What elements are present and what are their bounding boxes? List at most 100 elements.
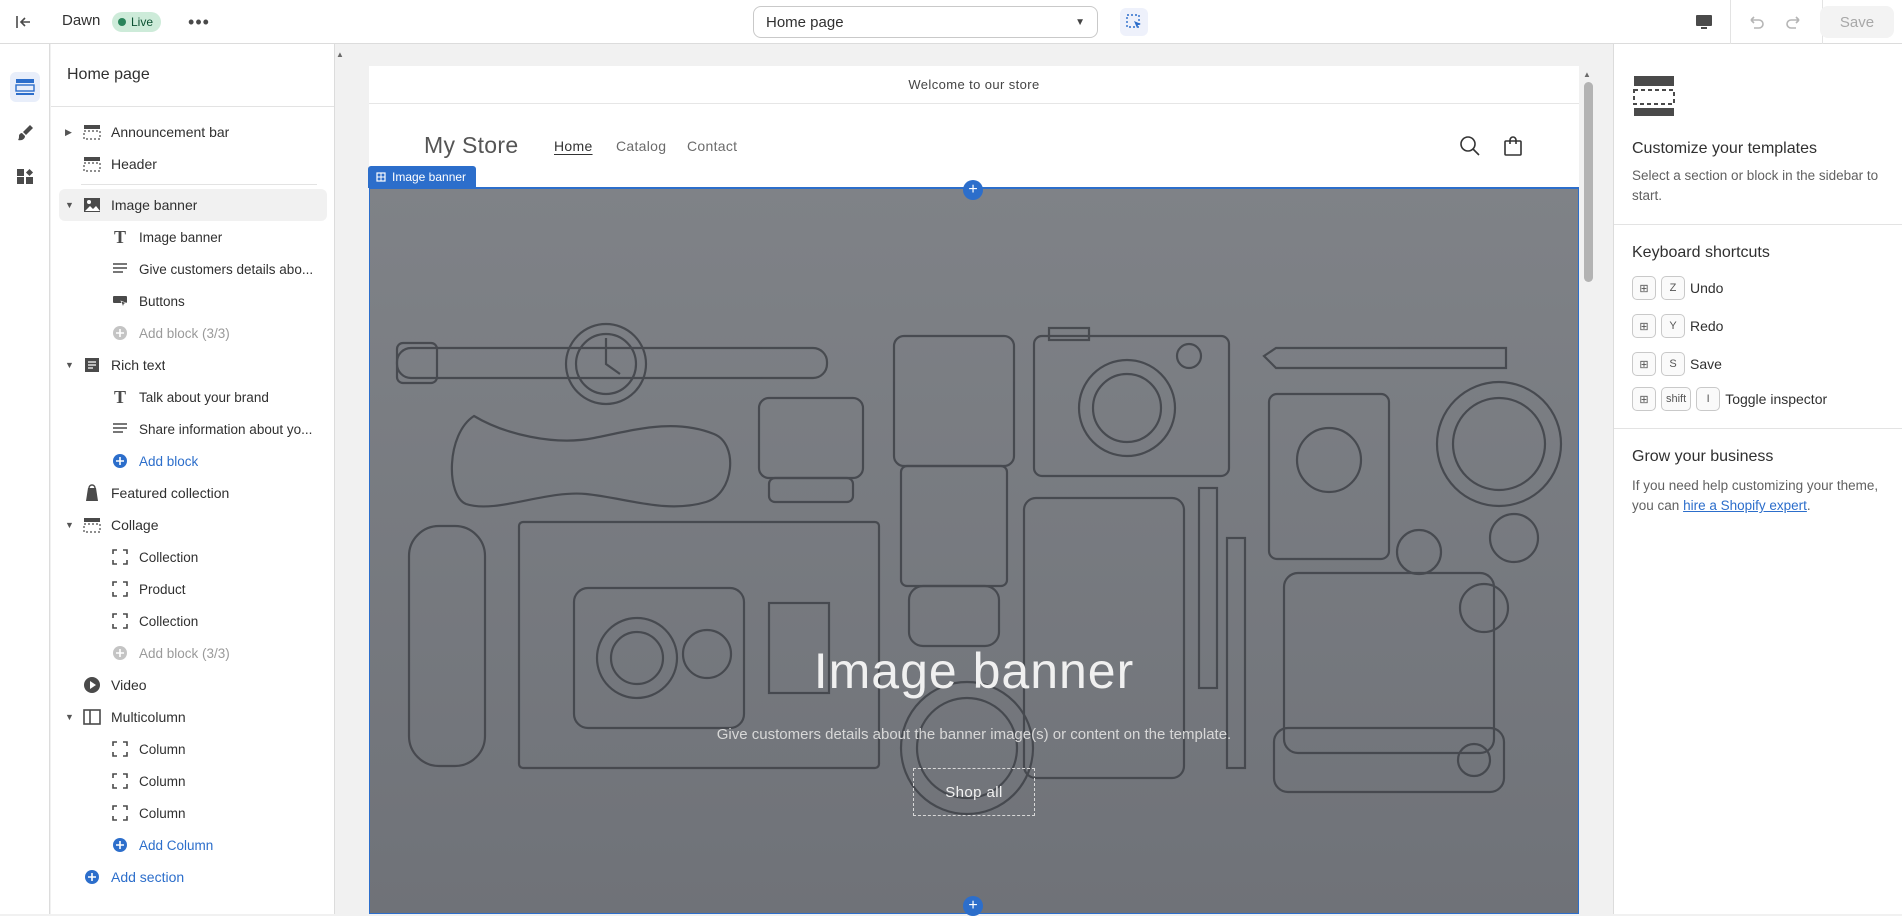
block-collection[interactable]: Collection [59,541,327,573]
shortcut-key: Z [1661,276,1685,300]
page-selector[interactable]: Home page ▼ [753,6,1098,38]
text-icon: T [113,226,126,247]
shortcut-key: shift [1661,387,1692,411]
divider [1614,224,1902,225]
block-heading[interactable]: T Talk about your brand [59,381,327,413]
hire-expert-link[interactable]: hire a Shopify expert [1683,498,1807,513]
block-label: Collection [139,613,199,629]
section-announcement-bar[interactable]: ▶ Announcement bar [59,116,327,148]
shortcut-redo: ⊞ Y Redo [1632,314,1723,338]
block-label: Image banner [139,229,223,245]
more-actions-button[interactable]: ••• [186,10,212,34]
frame-corners-icon [111,548,129,566]
undo-button[interactable] [1742,10,1770,34]
section-multicolumn[interactable]: ▼ Multicolumn [59,701,327,733]
add-circle-icon [111,836,129,854]
nav-link-contact[interactable]: Contact [687,138,737,154]
divider [81,184,317,185]
block-buttons[interactable]: Buttons [59,285,327,317]
block-label: Give customers details abo... [139,261,314,277]
button-icon [111,292,129,310]
block-product[interactable]: Product [59,573,327,605]
inspector-toggle-button[interactable] [1120,8,1148,36]
exit-icon[interactable] [10,10,36,34]
shop-all-button[interactable]: Shop all [913,768,1035,816]
redo-button[interactable] [1780,10,1808,34]
grow-text: If you need help customizing your theme,… [1632,476,1887,516]
add-circle-icon [111,324,129,342]
save-button[interactable]: Save [1820,6,1894,38]
apps-tab[interactable] [10,162,40,192]
caret-down-icon[interactable]: ▼ [65,520,75,530]
add-block-button[interactable]: Add block (3/3) [59,317,327,349]
cart-icon[interactable] [1501,134,1525,158]
play-icon [83,676,101,694]
divider [1614,428,1902,429]
caret-down-icon[interactable]: ▼ [65,712,75,722]
shortcut-key: S [1661,352,1685,376]
caret-right-icon[interactable]: ▶ [65,127,75,138]
left-rail [0,44,50,914]
frame-corners-icon [111,772,129,790]
block-collection[interactable]: Collection [59,605,327,637]
section-video[interactable]: Video [59,669,327,701]
paragraph-icon [111,420,129,438]
caret-down-icon[interactable]: ▼ [65,200,75,210]
caret-down-icon[interactable]: ▼ [65,360,75,370]
nav-link-catalog[interactable]: Catalog [616,138,666,154]
section-rich-text[interactable]: ▼ Rich text [59,349,327,381]
theme-settings-tab[interactable] [10,118,40,148]
section-label: Collage [111,517,159,533]
section-tree: ▶ Announcement bar Header ▼ Image banner… [59,116,327,893]
block-heading[interactable]: T Image banner [59,221,327,253]
add-column-button[interactable]: Add Column [59,829,327,861]
announcement-bar[interactable]: Welcome to our store [369,66,1579,104]
nav-link-home[interactable]: Home [554,138,593,154]
undo-icon [1750,16,1764,29]
add-block-button[interactable]: Add block (3/3) [59,637,327,669]
banner-heading[interactable]: Image banner [369,642,1579,700]
block-column[interactable]: Column [59,765,327,797]
add-section-button[interactable]: Add section [59,861,327,893]
rich-text-icon [83,356,101,374]
add-section-above-button[interactable]: + [963,180,983,200]
add-block-label: Add block (3/3) [139,325,230,341]
banner-text[interactable]: Give customers details about the banner … [369,726,1579,743]
section-featured-collection[interactable]: Featured collection [59,477,327,509]
preview-scrollbar-thumb[interactable] [1584,82,1593,282]
desktop-preview-button[interactable] [1690,10,1718,34]
block-label: Talk about your brand [139,389,269,405]
add-block-button[interactable]: Add block [59,445,327,477]
scroll-up-arrow-icon[interactable]: ▲ [336,50,346,59]
sidebar: Home page ▶ Announcement bar Header ▼ Im… [51,44,335,914]
block-text[interactable]: Share information about yo... [59,413,327,445]
section-label: Image banner [111,197,198,213]
section-header[interactable]: Header [59,148,327,180]
scroll-up-arrow-icon[interactable]: ▲ [1583,70,1591,79]
section-label: Featured collection [111,485,230,501]
columns-icon [83,708,101,726]
section-collage[interactable]: ▼ Collage [59,509,327,541]
block-column[interactable]: Column [59,733,327,765]
block-label: Column [139,741,186,757]
store-logo[interactable]: My Store [424,132,518,159]
section-tag[interactable]: Image banner [368,166,477,188]
block-column[interactable]: Column [59,797,327,829]
sections-tab[interactable] [10,72,40,102]
block-label: Share information about yo... [139,421,313,437]
right-panel: Customize your templates Select a sectio… [1613,44,1902,914]
add-section-below-button[interactable]: + [963,896,983,916]
divider [51,106,334,107]
search-icon[interactable] [1458,134,1482,158]
image-banner-section[interactable]: Image banner Give customers details abou… [369,187,1579,914]
shortcut-undo: ⊞ Z Undo [1632,276,1723,300]
command-key-icon: ⊞ [1632,276,1656,300]
section-image-banner[interactable]: ▼ Image banner [59,189,327,221]
add-circle-icon [111,452,129,470]
block-text[interactable]: Give customers details abo... [59,253,327,285]
section-label: Announcement bar [111,124,230,140]
shortcut-label: Save [1690,356,1722,372]
shortcut-save: ⊞ S Save [1632,352,1722,376]
frame-corners-icon [111,740,129,758]
command-key-icon: ⊞ [1632,352,1656,376]
